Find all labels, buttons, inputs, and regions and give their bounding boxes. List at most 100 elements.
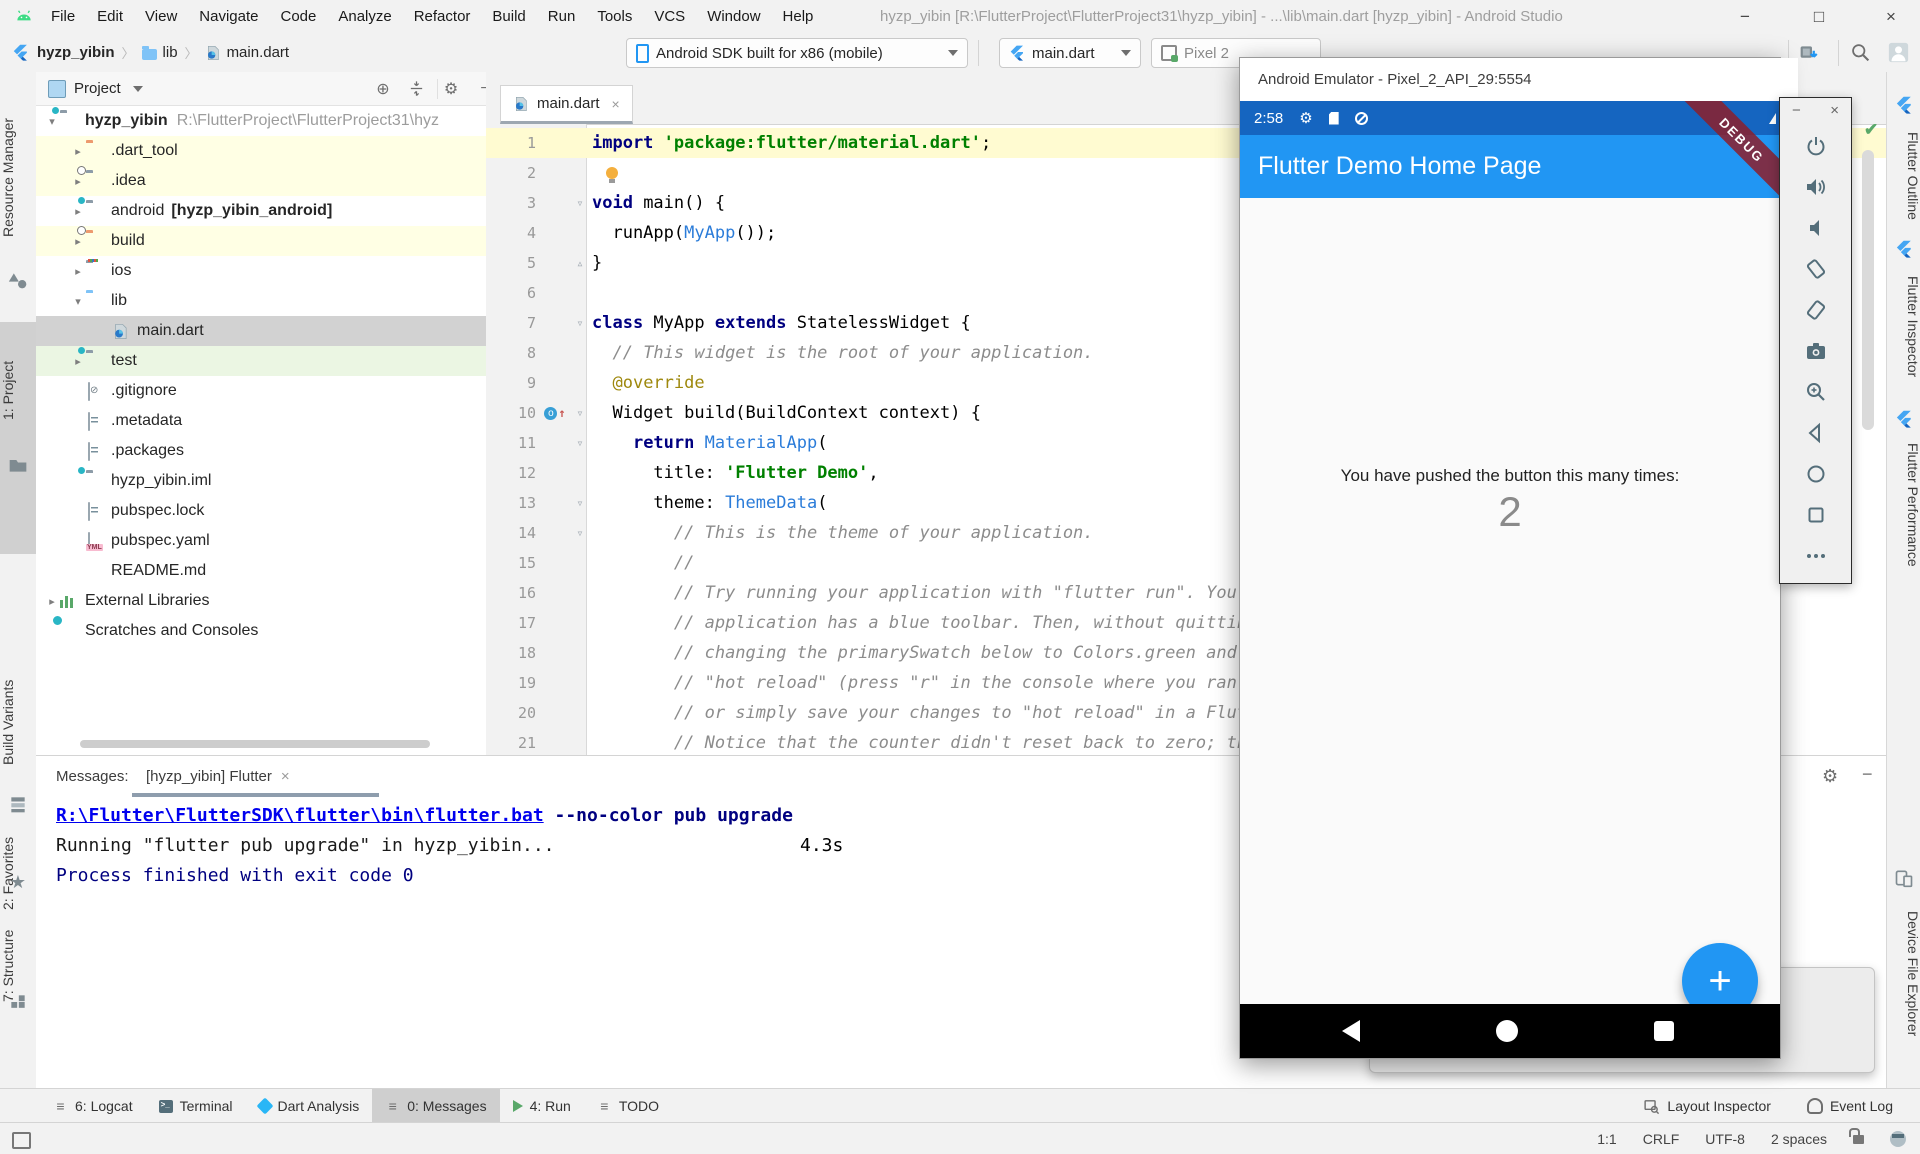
nav-back-button[interactable] [1342, 1020, 1360, 1042]
tool-window-button-logcat[interactable]: ≡6: Logcat [40, 1089, 146, 1123]
overview-icon[interactable] [1780, 495, 1851, 535]
phone-screen[interactable]: 2:58 ⚙ Flutter Demo Home Page DEBUG You … [1240, 101, 1780, 1058]
editor-scrollbar[interactable] [1862, 150, 1874, 430]
chevron-down-icon[interactable] [133, 86, 143, 92]
sidebar-item-resource-manager[interactable]: Resource Manager [0, 90, 36, 265]
tree-row[interactable]: README.md [36, 556, 486, 586]
tree-row[interactable]: ▸.dart_tool [36, 136, 486, 166]
tree-row[interactable]: hyzp_yibin.iml [36, 466, 486, 496]
tree-row[interactable]: Scratches and Consoles [36, 616, 486, 646]
minimize-panel-icon[interactable]: − [1862, 764, 1873, 785]
build-variants-icon[interactable] [8, 794, 28, 814]
menu-item-refactor[interactable]: Refactor [403, 0, 482, 34]
sdk-manager-icon[interactable] [1798, 42, 1819, 63]
inspections-hector-icon[interactable] [1890, 1131, 1906, 1147]
override-marker-icon[interactable]: o [544, 407, 557, 420]
tree-row[interactable]: pubspec.yaml [36, 526, 486, 556]
tool-window-button-terminal[interactable]: Terminal [146, 1089, 246, 1123]
menu-item-navigate[interactable]: Navigate [188, 0, 269, 34]
tool-window-button-run[interactable]: 4: Run [500, 1089, 584, 1123]
rotate-right-icon[interactable] [1780, 290, 1851, 330]
tree-expand-arrow[interactable]: ▸ [70, 265, 86, 278]
sidebar-item-flutter-performance[interactable]: Flutter Performance [1887, 434, 1920, 576]
menu-item-build[interactable]: Build [481, 0, 536, 34]
home-icon[interactable] [1780, 454, 1851, 494]
search-everywhere-icon[interactable] [1850, 42, 1871, 63]
screenshot-icon[interactable] [1780, 331, 1851, 371]
fold-marker-icon[interactable]: ▿ [568, 518, 592, 548]
fold-marker-icon[interactable]: ▿ [568, 488, 592, 518]
nav-overview-button[interactable] [1654, 1021, 1674, 1041]
tree-expand-arrow[interactable]: ▾ [44, 115, 60, 128]
profile-avatar-icon[interactable] [1888, 42, 1909, 63]
tool-window-button-dartanalysis[interactable]: Dart Analysis [246, 1089, 373, 1123]
volume-down-icon[interactable] [1780, 208, 1851, 248]
breadcrumb-project[interactable]: hyzp_yibin [37, 44, 115, 61]
resource-manager-icon[interactable] [8, 270, 28, 290]
fold-marker-icon[interactable]: ▵ [568, 248, 592, 278]
tree-row[interactable]: pubspec.lock [36, 496, 486, 526]
device-selector[interactable]: Android SDK built for x86 (mobile) [626, 38, 968, 68]
menu-item-file[interactable]: File [40, 0, 86, 34]
tab-close-icon[interactable]: × [612, 96, 620, 112]
tool-window-toggle-icon[interactable] [12, 1132, 31, 1149]
power-icon[interactable] [1780, 126, 1851, 166]
menu-item-vcs[interactable]: VCS [643, 0, 696, 34]
breadcrumb-file[interactable]: main.dart [227, 44, 290, 61]
tree-row[interactable]: .gitignore [36, 376, 486, 406]
back-icon[interactable] [1780, 413, 1851, 453]
menu-item-code[interactable]: Code [269, 0, 327, 34]
tree-expand-arrow[interactable]: ▸ [70, 235, 86, 248]
fold-marker-icon[interactable]: ▿ [568, 308, 592, 338]
tool-window-button-messages[interactable]: ≡0: Messages [372, 1089, 499, 1123]
tree-expand-arrow[interactable]: ▸ [70, 175, 86, 188]
layout-inspector-button[interactable]: Layout Inspector [1630, 1089, 1784, 1123]
locate-file-icon[interactable]: ⊕ [370, 79, 396, 99]
favorites-star-icon[interactable]: ★ [8, 872, 28, 892]
tree-expand-arrow[interactable]: ▾ [70, 295, 86, 308]
volume-up-icon[interactable] [1780, 167, 1851, 207]
tree-expand-arrow[interactable]: ▸ [70, 355, 86, 368]
tree-expand-arrow[interactable]: ▸ [70, 145, 86, 158]
sidebar-item-device-file-explorer[interactable]: Device File Explorer [1887, 894, 1920, 1054]
menu-item-view[interactable]: View [134, 0, 188, 34]
settings-gear-icon[interactable]: ⚙ [1822, 766, 1838, 787]
tree-expand-arrow[interactable]: ▸ [44, 595, 60, 608]
sidebar-item-project[interactable]: 1: Project [0, 330, 36, 450]
menu-item-window[interactable]: Window [696, 0, 771, 34]
minimize-button[interactable]: − [1716, 0, 1774, 34]
menu-item-help[interactable]: Help [772, 0, 825, 34]
menu-item-run[interactable]: Run [537, 0, 587, 34]
emulator-toolbar-close[interactable]: × [1830, 102, 1839, 119]
tab-main-dart[interactable]: main.dart × [500, 85, 633, 124]
tree-row[interactable]: ▸android[hyzp_yibin_android] [36, 196, 486, 226]
tree-row[interactable]: main.dart [36, 316, 486, 346]
fold-marker-icon[interactable]: ▿ [568, 398, 592, 428]
emulator-toolbar-minimize[interactable]: − [1792, 102, 1801, 119]
indent-setting[interactable]: 2 spaces [1771, 1131, 1827, 1147]
structure-icon[interactable] [8, 992, 28, 1012]
more-icon[interactable] [1780, 536, 1851, 576]
menu-item-edit[interactable]: Edit [86, 0, 134, 34]
project-panel-title[interactable]: Project [74, 80, 121, 97]
menu-item-analyze[interactable]: Analyze [327, 0, 402, 34]
event-log-button[interactable]: Event Log [1794, 1089, 1906, 1123]
run-config-selector[interactable]: main.dart [999, 38, 1141, 68]
tree-row[interactable]: .metadata [36, 406, 486, 436]
horizontal-scrollbar[interactable] [80, 740, 430, 748]
fold-marker-icon[interactable]: ▿ [568, 188, 592, 218]
file-encoding[interactable]: UTF-8 [1705, 1131, 1745, 1147]
fold-marker-icon[interactable]: ▿ [568, 428, 592, 458]
zoom-icon[interactable] [1780, 372, 1851, 412]
tree-row[interactable]: ▾lib [36, 286, 486, 316]
sidebar-item-build-variants[interactable]: Build Variants [0, 655, 36, 790]
tree-row[interactable]: ▸External Libraries [36, 586, 486, 616]
settings-gear-icon[interactable]: ⚙ [437, 79, 464, 99]
messages-tab[interactable]: [hyzp_yibin] Flutter × [132, 756, 304, 797]
maximize-button[interactable]: □ [1790, 0, 1848, 34]
intention-bulb-icon[interactable] [606, 167, 618, 179]
emulator-title-bar[interactable]: Android Emulator - Pixel_2_API_29:5554 [1240, 58, 1798, 101]
rotate-left-icon[interactable] [1780, 249, 1851, 289]
tree-row[interactable]: ▸ios [36, 256, 486, 286]
line-ending[interactable]: CRLF [1643, 1131, 1680, 1147]
